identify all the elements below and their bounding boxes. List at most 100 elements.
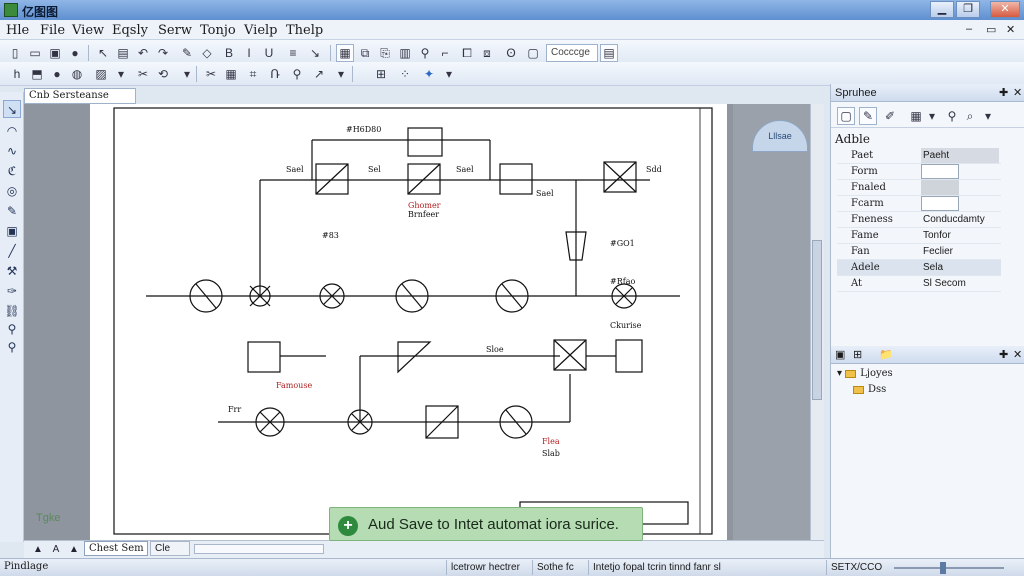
zoom-slider-handle[interactable]	[940, 562, 946, 574]
chevron-down-icon[interactable]: ▾	[923, 107, 941, 125]
property-row[interactable]: At Sl Secom	[837, 276, 1001, 292]
target-tool-icon[interactable]: ◎	[3, 182, 21, 200]
horizontal-scroll-thumb[interactable]	[194, 544, 324, 554]
drawing-sheet[interactable]: #H6D80 Sael Sel Sael Sdd Sael #83 #GO1 #…	[90, 104, 727, 540]
chevron-down-icon[interactable]: ▾	[112, 65, 130, 83]
table-icon[interactable]: ▦	[222, 65, 240, 83]
minimize-button[interactable]: ▁	[930, 1, 954, 18]
copy-icon[interactable]: ⎘	[376, 44, 394, 62]
pencil-tool-icon[interactable]: ✎	[3, 202, 21, 220]
properties-icon[interactable]: ▢	[837, 107, 855, 125]
close-button[interactable]: ✕	[990, 1, 1020, 18]
property-row[interactable]: Fame Tonfor	[837, 228, 1001, 244]
property-row[interactable]: Fan Feclier	[837, 244, 1001, 260]
property-row[interactable]: Fnaled	[837, 180, 1001, 196]
search-icon[interactable]: ⚲	[943, 107, 961, 125]
sheet-tab-1[interactable]: Chest Sem	[84, 541, 148, 556]
save-icon[interactable]: ▣	[46, 44, 64, 62]
filter-icon[interactable]: ⌕	[961, 107, 979, 125]
crop-icon[interactable]: ⌗	[244, 65, 262, 83]
sheet-tab-2[interactable]: Cle	[150, 541, 190, 556]
undo-icon[interactable]: ↶	[134, 44, 152, 62]
folder-icon[interactable]: ⬒	[28, 65, 46, 83]
menu-item-eqsly[interactable]: Eqsly	[112, 23, 148, 38]
vertical-scroll-thumb[interactable]	[812, 240, 822, 400]
property-row[interactable]: Form	[837, 164, 1001, 180]
arrow-icon[interactable]: ↘	[306, 44, 324, 62]
shape-icon[interactable]: ◇	[198, 44, 216, 62]
line-arrow-icon[interactable]: ↗	[310, 65, 328, 83]
property-row[interactable]: Fcarm	[837, 196, 1001, 212]
autosave-toast[interactable]: + Aud Save to Intet automat iora surice.	[329, 507, 643, 541]
link-icon[interactable]: ⚲	[416, 44, 434, 62]
disk-icon[interactable]: ●	[66, 44, 84, 62]
pen-tool-icon[interactable]: ✑	[3, 282, 21, 300]
menu-item-view[interactable]: View	[72, 23, 104, 38]
line-tool-icon[interactable]: h	[8, 65, 26, 83]
chevron-down-icon[interactable]: ▾	[440, 65, 458, 83]
zoom-in-icon[interactable]: ⚲	[3, 320, 21, 338]
layer-icon[interactable]: ⧉	[356, 44, 374, 62]
cut-icon[interactable]: ✂	[134, 65, 152, 83]
layers-icon[interactable]: ▣	[835, 346, 845, 364]
frame-icon[interactable]: ▢	[524, 44, 542, 62]
rotate-icon[interactable]: ⟲	[154, 65, 172, 83]
menu-item-serw[interactable]: Serw	[158, 23, 192, 38]
align-icon[interactable]: ≡	[284, 44, 302, 62]
chevron-down-icon[interactable]: ▾	[332, 65, 350, 83]
new-icon[interactable]: ▯	[6, 44, 24, 62]
line-tool-icon[interactable]: ╱	[3, 242, 21, 260]
menu-item-hle[interactable]: Hle	[6, 23, 29, 38]
underline-icon[interactable]: U	[260, 44, 278, 62]
property-row[interactable]: Paet Paeht	[837, 148, 1001, 164]
prev-sheet-icon[interactable]: A	[48, 543, 64, 556]
lasso-icon[interactable]: Ռ	[266, 65, 284, 83]
menu-item-vielp[interactable]: Vielp	[244, 23, 278, 38]
image-icon[interactable]: ▨	[92, 65, 110, 83]
connector-icon[interactable]: ⌐	[436, 44, 454, 62]
chevron-down-icon[interactable]: ▾	[979, 107, 997, 125]
mdi-restore-icon[interactable]: ▭	[986, 23, 996, 36]
zoom-out-icon[interactable]: ⚲	[3, 338, 21, 356]
folder-icon[interactable]: 📁	[879, 346, 893, 364]
property-row[interactable]: Adele Sela	[837, 260, 1001, 276]
redo-icon[interactable]: ↷	[154, 44, 172, 62]
hook-tool-icon[interactable]: ℭ	[3, 162, 21, 180]
snap-icon[interactable]: ⁘	[396, 65, 414, 83]
menu-item-tonjo[interactable]: Tonjo	[200, 23, 236, 38]
pid-diagram[interactable]: #H6D80 Sael Sel Sael Sdd Sael #83 #GO1 #…	[90, 104, 727, 540]
property-row[interactable]: Fneness Conducdamty	[837, 212, 1001, 228]
pin-icon[interactable]: ✚	[999, 84, 1008, 102]
wrench-tool-icon[interactable]: ⚒	[3, 262, 21, 280]
group-icon[interactable]: ⧠	[458, 44, 476, 62]
open-icon[interactable]: ▭	[26, 44, 44, 62]
grid-icon[interactable]: ▦	[336, 44, 354, 62]
select-tool-icon[interactable]: ↘	[3, 100, 21, 118]
pointer-icon[interactable]: ↖	[94, 44, 112, 62]
arc-tool-icon[interactable]: ◠	[3, 122, 21, 140]
text-tool-icon[interactable]: ʘ	[502, 44, 520, 62]
clipboard-icon[interactable]: ▤	[114, 44, 132, 62]
next-sheet-icon[interactable]: ▲	[66, 543, 82, 556]
brush-icon[interactable]: ✐	[881, 107, 899, 125]
maximize-button[interactable]: ❐	[956, 1, 980, 18]
edit-icon[interactable]: ✎	[859, 107, 877, 125]
curve-tool-icon[interactable]: ∿	[3, 142, 21, 160]
fill-icon[interactable]: ●	[48, 65, 66, 83]
zoom-slider[interactable]	[894, 567, 1004, 569]
search-icon[interactable]: ⚲	[288, 65, 306, 83]
pin-icon[interactable]: ✚	[999, 346, 1008, 364]
close-icon[interactable]: ✕	[1013, 84, 1022, 102]
zoom-combo[interactable]: Cocccge	[546, 44, 598, 62]
rect-tool-icon[interactable]: ▣	[3, 222, 21, 240]
bold-icon[interactable]: B	[220, 44, 238, 62]
ungroup-icon[interactable]: ⧈	[478, 44, 496, 62]
italic-icon[interactable]: I	[240, 44, 258, 62]
tree-item-dss[interactable]: Dss	[853, 384, 886, 395]
menu-item-file[interactable]: File	[40, 23, 65, 38]
mdi-close-icon[interactable]: ✕	[1006, 23, 1015, 36]
link-tool-icon[interactable]: ⛓	[3, 302, 21, 320]
panel-toggle-icon[interactable]: ▤	[600, 44, 618, 62]
mdi-minimize-icon[interactable]: –	[966, 23, 972, 35]
paste-icon[interactable]: ▥	[396, 44, 414, 62]
